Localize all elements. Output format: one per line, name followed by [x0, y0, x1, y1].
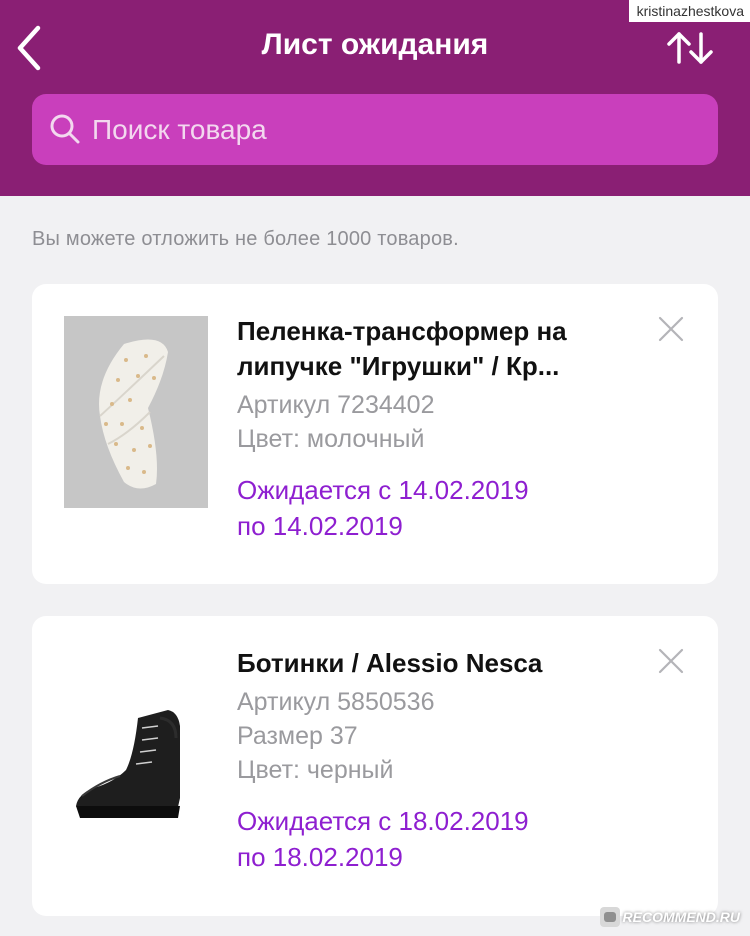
recommend-logo-icon	[599, 907, 620, 927]
sort-button[interactable]	[662, 26, 718, 70]
product-name[interactable]: Ботинки / Alessio Nesca	[237, 646, 647, 681]
waitlist-item-card[interactable]: Пеленка-трансформер на липучке "Игрушки"…	[32, 284, 718, 584]
expected-date-to: по 18.02.2019	[237, 842, 403, 872]
sort-arrows-icon	[667, 32, 713, 64]
product-info: Пеленка-трансформер на липучке "Игрушки"…	[237, 314, 647, 544]
product-name[interactable]: Пеленка-трансформер на липучке "Игрушки"…	[237, 314, 647, 384]
watermark-badge: RECOMMEND.RU	[599, 904, 740, 930]
app-header: Лист ожидания kristinazhestkova	[0, 0, 750, 196]
product-info: Ботинки / Alessio Nesca Артикул 5850536 …	[237, 646, 647, 875]
product-color: Цвет: молочный	[237, 425, 425, 453]
product-article: Артикул 7234402	[237, 391, 435, 419]
expected-date-from: Ожидается с 18.02.2019	[237, 806, 529, 836]
product-color: Цвет: черный	[237, 756, 394, 784]
waitlist-item-card[interactable]: Ботинки / Alessio Nesca Артикул 5850536 …	[32, 616, 718, 916]
product-size: Размер 37	[237, 722, 358, 750]
watermark-username: kristinazhestkova	[628, 0, 750, 22]
watermark-badge-text: RECOMMEND.RU	[622, 909, 740, 925]
remove-item-button[interactable]	[658, 316, 684, 342]
product-image-swaddle[interactable]	[64, 316, 208, 508]
waitlist-limit-notice: Вы можете отложить не более 1000 товаров…	[32, 228, 459, 250]
page-title: Лист ожидания	[261, 28, 489, 61]
remove-item-button[interactable]	[658, 648, 684, 674]
expected-date-from: Ожидается с 14.02.2019	[237, 475, 529, 505]
product-image-boot[interactable]	[64, 648, 208, 840]
close-icon	[658, 648, 684, 674]
search-input[interactable]	[90, 94, 700, 165]
search-bar[interactable]	[32, 94, 718, 165]
expected-date-to: по 14.02.2019	[237, 511, 403, 541]
search-icon	[50, 114, 80, 144]
product-article: Артикул 5850536	[237, 688, 435, 716]
close-icon	[658, 316, 684, 342]
